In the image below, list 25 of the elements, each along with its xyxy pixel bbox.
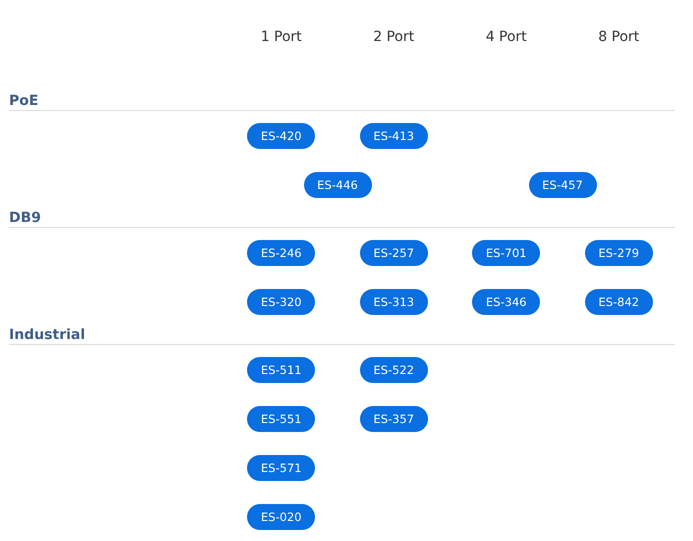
column-header: 1 Port (260, 28, 303, 47)
product-button[interactable]: ES-413 (360, 122, 428, 148)
section-heading: DB9 (9, 209, 675, 228)
product-button[interactable]: ES-551 (247, 406, 316, 432)
column-header: 4 Port (484, 28, 528, 47)
column-header: 8 Port (597, 28, 640, 47)
product-button[interactable]: ES-357 (360, 406, 428, 432)
product-button[interactable]: ES-446 (304, 172, 372, 198)
product-button[interactable]: ES-842 (584, 288, 653, 314)
product-button[interactable]: ES-420 (247, 122, 316, 148)
section-heading: Industrial (9, 326, 675, 345)
product-button[interactable]: ES-457 (528, 172, 596, 198)
product-button[interactable]: ES-511 (247, 356, 316, 382)
product-button[interactable]: ES-020 (247, 504, 316, 530)
product-button[interactable]: ES-701 (472, 240, 540, 266)
product-button[interactable]: ES-313 (360, 288, 428, 314)
section-heading: PoE (9, 92, 675, 111)
product-button[interactable]: ES-279 (584, 240, 653, 266)
product-button[interactable]: ES-346 (472, 288, 540, 314)
product-button[interactable]: ES-320 (247, 288, 316, 314)
product-button[interactable]: ES-257 (360, 240, 428, 266)
product-button[interactable]: ES-522 (360, 356, 428, 382)
product-button[interactable]: ES-246 (247, 240, 316, 266)
product-button[interactable]: ES-571 (247, 454, 316, 480)
column-header: 2 Port (372, 28, 416, 47)
